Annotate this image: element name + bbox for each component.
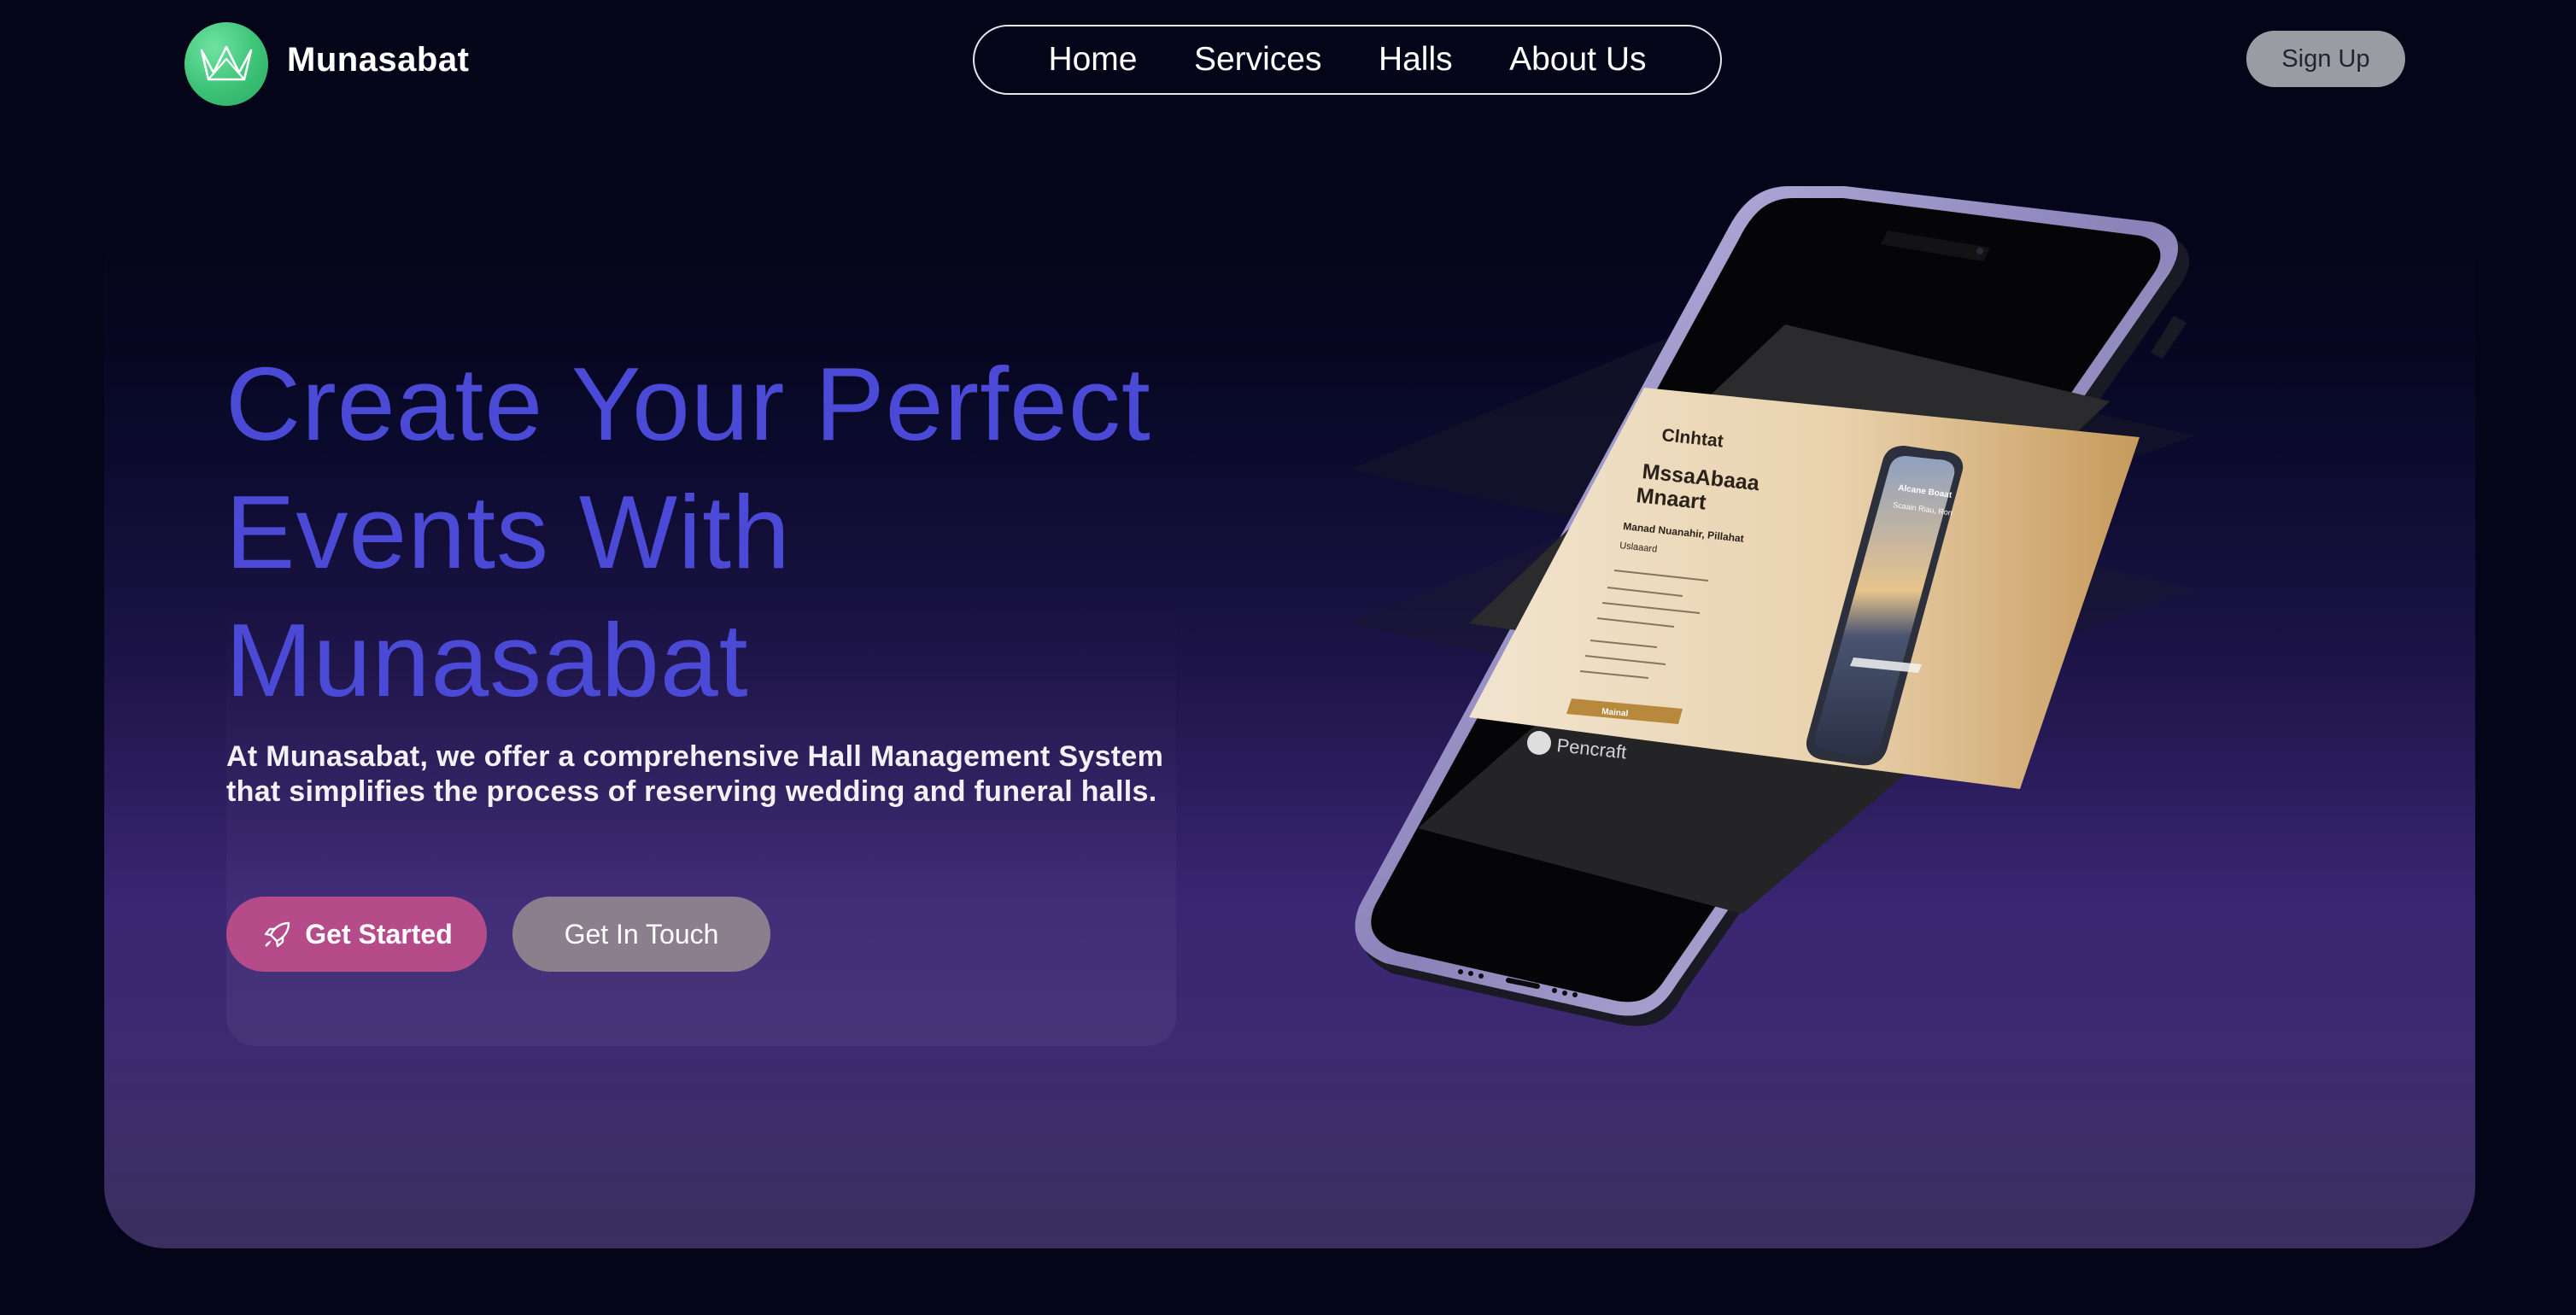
landing-page: Munasabat Home Services Halls About Us S… bbox=[0, 0, 2576, 1315]
get-started-button[interactable]: Get Started bbox=[226, 897, 487, 972]
headline-line-2: Events With bbox=[225, 474, 791, 590]
phone-mockup-image: Clnhtat MssaAbaaa Mnaart Manad Nuanahir,… bbox=[1341, 179, 2212, 1042]
rocket-icon bbox=[265, 921, 290, 948]
crown-icon-graphic bbox=[200, 45, 253, 81]
headline-line-3: Munasabat bbox=[225, 602, 749, 718]
nav-home[interactable]: Home bbox=[1048, 41, 1137, 79]
headline-line-1: Create Your Perfect bbox=[225, 346, 1151, 462]
crown-icon[interactable] bbox=[184, 22, 268, 106]
get-started-label: Get Started bbox=[305, 918, 453, 950]
sign-up-button[interactable]: Sign Up bbox=[2246, 31, 2405, 87]
nav-about-us[interactable]: About Us bbox=[1509, 41, 1646, 79]
get-in-touch-button[interactable]: Get In Touch bbox=[512, 897, 770, 972]
brand-name[interactable]: Munasabat bbox=[287, 41, 469, 79]
hero-description: At Munasabat, we offer a comprehensive H… bbox=[226, 740, 1164, 808]
phone-mockup-graphic: Clnhtat MssaAbaaa Mnaart Manad Nuanahir,… bbox=[1349, 186, 2195, 1026]
hero-headline: Create Your Perfect Events With Munasaba… bbox=[225, 340, 1151, 724]
nav-services[interactable]: Services bbox=[1194, 41, 1322, 79]
main-nav: Home Services Halls About Us bbox=[973, 25, 1722, 95]
nav-halls[interactable]: Halls bbox=[1379, 41, 1453, 79]
